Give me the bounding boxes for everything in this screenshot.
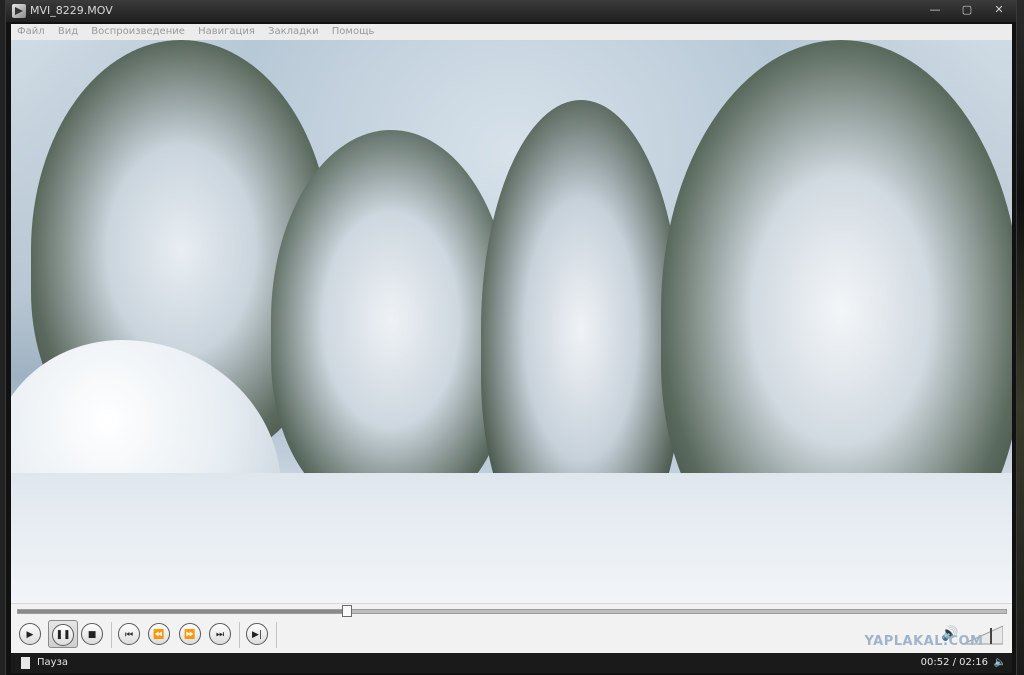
playback-state: Пауза bbox=[37, 657, 69, 668]
seek-progress bbox=[18, 610, 348, 613]
menu-bar: Файл Вид Воспроизведение Навигация Закла… bbox=[11, 24, 1012, 41]
stop-button[interactable]: ■ bbox=[81, 623, 103, 645]
time-readout: 00:52 / 02:16 bbox=[920, 657, 988, 668]
menu-playback[interactable]: Воспроизведение bbox=[87, 24, 189, 40]
status-bar: Пауза 00:52 / 02:16 🔈 bbox=[11, 653, 1012, 673]
next-button[interactable]: ⏭ bbox=[209, 623, 231, 645]
forward-button[interactable]: ⏩ bbox=[179, 623, 201, 645]
separator bbox=[111, 622, 112, 648]
player-window: MVI_8229.MOV — ▢ ✕ Файл Вид Воспроизведе… bbox=[5, 0, 1017, 675]
watermark-logo: YAPLAKAL.COM bbox=[864, 634, 984, 649]
close-button[interactable]: ✕ bbox=[988, 3, 1010, 17]
pause-icon: ❚❚ bbox=[52, 624, 74, 646]
speaker-status-icon: 🔈 bbox=[993, 657, 1006, 668]
play-button[interactable]: ▶ bbox=[19, 623, 41, 645]
app-icon bbox=[12, 4, 26, 18]
pause-button[interactable]: ❚❚ bbox=[48, 620, 78, 648]
separator bbox=[276, 622, 277, 648]
menu-navigation[interactable]: Навигация bbox=[194, 24, 259, 40]
menu-view[interactable]: Вид bbox=[54, 24, 82, 40]
frame-step-button[interactable]: ▶| bbox=[246, 623, 268, 645]
title-bar[interactable]: MVI_8229.MOV — ▢ ✕ bbox=[6, 0, 1016, 22]
menu-bookmarks[interactable]: Закладки bbox=[264, 24, 323, 40]
window-title: MVI_8229.MOV bbox=[30, 4, 113, 17]
menu-help[interactable]: Помощь bbox=[328, 24, 379, 40]
menu-file[interactable]: Файл bbox=[13, 24, 49, 40]
snow-ground bbox=[11, 473, 1012, 603]
seek-handle[interactable] bbox=[342, 605, 353, 617]
document-icon bbox=[21, 657, 30, 669]
minimize-button[interactable]: — bbox=[924, 3, 946, 17]
rewind-button[interactable]: ⏪ bbox=[148, 623, 170, 645]
tree-center-left bbox=[271, 130, 511, 510]
previous-button[interactable]: ⏮ bbox=[118, 623, 140, 645]
separator bbox=[239, 622, 240, 648]
seek-bar[interactable] bbox=[17, 605, 1007, 617]
video-frame[interactable] bbox=[11, 40, 1012, 603]
maximize-button[interactable]: ▢ bbox=[956, 3, 978, 17]
